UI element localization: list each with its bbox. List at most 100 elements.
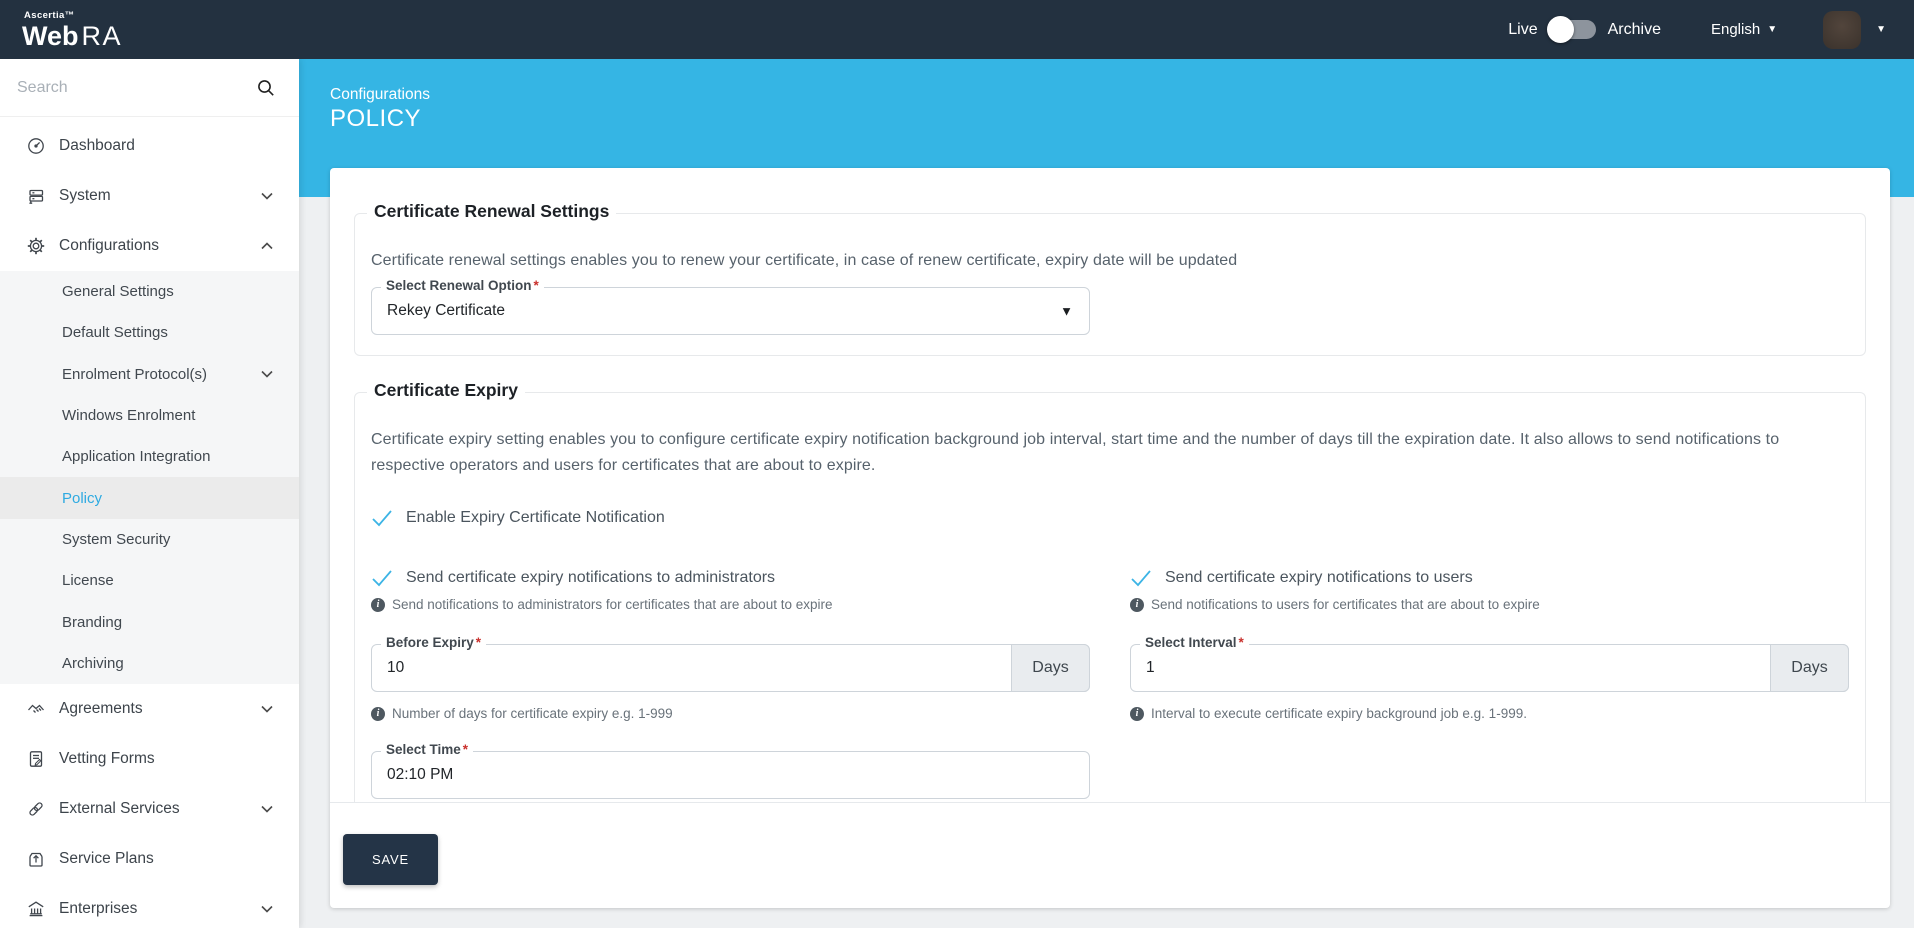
- check-icon: [371, 509, 393, 527]
- dashboard-icon: [27, 137, 45, 155]
- sidebar-item-general-settings[interactable]: General Settings: [0, 271, 299, 312]
- interval-column: Select Interval* Days i Interval to exec…: [1130, 644, 1849, 721]
- interval-field: Select Interval* Days: [1130, 644, 1849, 692]
- interval-hint: i Interval to execute certificate expiry…: [1130, 706, 1849, 721]
- hint-text: Number of days for certificate expiry e.…: [392, 706, 673, 721]
- sidebar-item-enrolment-protocols[interactable]: Enrolment Protocol(s): [0, 354, 299, 395]
- sidebar-item-label: External Services: [59, 800, 180, 818]
- language-dropdown[interactable]: English ▼: [1711, 21, 1777, 38]
- sidebar-item-windows-enrolment[interactable]: Windows Enrolment: [0, 395, 299, 436]
- link-icon: [27, 800, 45, 818]
- sub-item-label: Windows Enrolment: [62, 407, 195, 424]
- search-icon[interactable]: [257, 79, 275, 97]
- user-notifications-column: Send certificate expiry notifications to…: [1130, 569, 1849, 612]
- search-input[interactable]: [17, 79, 257, 97]
- sidebar-item-dashboard[interactable]: Dashboard: [0, 121, 299, 171]
- main-area: Configurations POLICY Certificate Renewa…: [299, 59, 1914, 928]
- sidebar-item-application-integration[interactable]: Application Integration: [0, 436, 299, 477]
- enable-expiry-notification-checkbox[interactable]: Enable Expiry Certificate Notification: [371, 509, 1849, 527]
- caret-down-icon: ▼: [1767, 24, 1777, 35]
- sidebar-item-vetting-forms[interactable]: Vetting Forms: [0, 734, 299, 784]
- before-expiry-input[interactable]: [372, 645, 1089, 691]
- sub-item-label: Application Integration: [62, 448, 210, 465]
- top-bar-controls: Live Archive English ▼ ▼: [1508, 11, 1886, 49]
- required-marker: *: [463, 742, 468, 757]
- chevron-down-icon: [261, 905, 273, 913]
- sidebar-search: [0, 59, 299, 117]
- webra-logo: Ascertia™ WebRA: [22, 9, 122, 50]
- sub-item-label: General Settings: [62, 283, 174, 300]
- archive-label: Archive: [1608, 21, 1661, 39]
- brand-title-bold: Web: [22, 21, 79, 51]
- checkbox-label: Enable Expiry Certificate Notification: [406, 509, 665, 527]
- interval-input[interactable]: [1131, 645, 1848, 691]
- expiry-description: Certificate expiry setting enables you t…: [371, 427, 1849, 479]
- sidebar-item-external-services[interactable]: External Services: [0, 784, 299, 834]
- live-archive-toggle[interactable]: [1550, 20, 1596, 39]
- chevron-up-icon: [261, 242, 273, 250]
- page-title: POLICY: [330, 105, 421, 133]
- select-time-value: 02:10 PM: [387, 766, 453, 784]
- before-expiry-field: Before Expiry* Days: [371, 644, 1090, 692]
- card-content: Certificate Renewal Settings Certificate…: [330, 168, 1890, 802]
- server-icon: [27, 187, 45, 205]
- users-hint: i Send notifications to users for certif…: [1130, 597, 1849, 612]
- sidebar-item-license[interactable]: License: [0, 560, 299, 601]
- chevron-down-icon: [261, 192, 273, 200]
- brand-title-light: RA: [82, 21, 123, 51]
- user-avatar[interactable]: [1823, 11, 1861, 49]
- days-unit: Days: [1770, 644, 1849, 692]
- sidebar-item-label: Configurations: [59, 237, 159, 255]
- label-text: Select Renewal Option: [386, 278, 532, 293]
- user-notifications-checkbox[interactable]: Send certificate expiry notifications to…: [1130, 569, 1849, 587]
- sub-item-label: Branding: [62, 614, 122, 631]
- sub-item-label: License: [62, 572, 114, 589]
- renewal-option-label: Select Renewal Option*: [381, 278, 544, 293]
- sidebar-item-policy[interactable]: Policy: [0, 477, 299, 518]
- sidebar-item-label: Agreements: [59, 700, 143, 718]
- days-unit: Days: [1011, 644, 1090, 692]
- handshake-icon: [27, 700, 45, 718]
- sidebar-item-archiving[interactable]: Archiving: [0, 643, 299, 684]
- sidebar-item-label: Enterprises: [59, 900, 137, 918]
- sidebar-item-configurations[interactable]: Configurations: [0, 221, 299, 271]
- label-text: Select Time: [386, 742, 461, 757]
- sub-item-label: Archiving: [62, 655, 124, 672]
- select-time-field[interactable]: Select Time* 02:10 PM: [371, 751, 1090, 799]
- sidebar-item-agreements[interactable]: Agreements: [0, 684, 299, 734]
- certificate-renewal-section: Certificate Renewal Settings Certificate…: [354, 213, 1866, 356]
- sidebar-item-service-plans[interactable]: Service Plans: [0, 834, 299, 884]
- renewal-option-select[interactable]: Select Renewal Option* Rekey Certificate…: [371, 287, 1090, 335]
- brand-supertitle: Ascertia™: [24, 11, 122, 21]
- admin-notifications-checkbox[interactable]: Send certificate expiry notifications to…: [371, 569, 1090, 587]
- webra-app: Ascertia™ WebRA Live Archive English ▼ ▼: [0, 0, 1914, 928]
- brand-title: WebRA: [22, 23, 122, 50]
- sidebar-item-label: Dashboard: [59, 137, 135, 155]
- admin-hint: i Send notifications to administrators f…: [371, 597, 1090, 612]
- top-bar: Ascertia™ WebRA Live Archive English ▼ ▼: [0, 0, 1914, 59]
- certificate-expiry-section: Certificate Expiry Certificate expiry se…: [354, 392, 1866, 802]
- sidebar-item-enterprises[interactable]: Enterprises: [0, 884, 299, 928]
- toggle-knob[interactable]: [1547, 16, 1574, 43]
- sidebar-item-label: Service Plans: [59, 850, 154, 868]
- user-menu-caret-icon[interactable]: ▼: [1876, 24, 1886, 35]
- box-arrow-icon: [27, 850, 45, 868]
- card-footer: SAVE: [330, 802, 1890, 908]
- sidebar-item-branding[interactable]: Branding: [0, 601, 299, 642]
- hint-text: Interval to execute certificate expiry b…: [1151, 706, 1527, 721]
- policy-card: Certificate Renewal Settings Certificate…: [330, 168, 1890, 908]
- configurations-submenu: General Settings Default Settings Enrolm…: [0, 271, 299, 684]
- chevron-down-icon: [261, 805, 273, 813]
- select-time-label: Select Time*: [381, 742, 473, 757]
- breadcrumb[interactable]: Configurations: [330, 86, 430, 104]
- sub-item-label: Default Settings: [62, 324, 168, 341]
- checkbox-label: Send certificate expiry notifications to…: [406, 569, 775, 587]
- before-expiry-column: Before Expiry* Days i Number of days for…: [371, 644, 1090, 721]
- save-button[interactable]: SAVE: [343, 834, 438, 885]
- admin-notifications-column: Send certificate expiry notifications to…: [371, 569, 1090, 612]
- sidebar-item-system[interactable]: System: [0, 171, 299, 221]
- sidebar-item-system-security[interactable]: System Security: [0, 519, 299, 560]
- hint-text: Send notifications to users for certific…: [1151, 597, 1540, 612]
- sidebar-item-default-settings[interactable]: Default Settings: [0, 312, 299, 353]
- chevron-down-icon: [261, 705, 273, 713]
